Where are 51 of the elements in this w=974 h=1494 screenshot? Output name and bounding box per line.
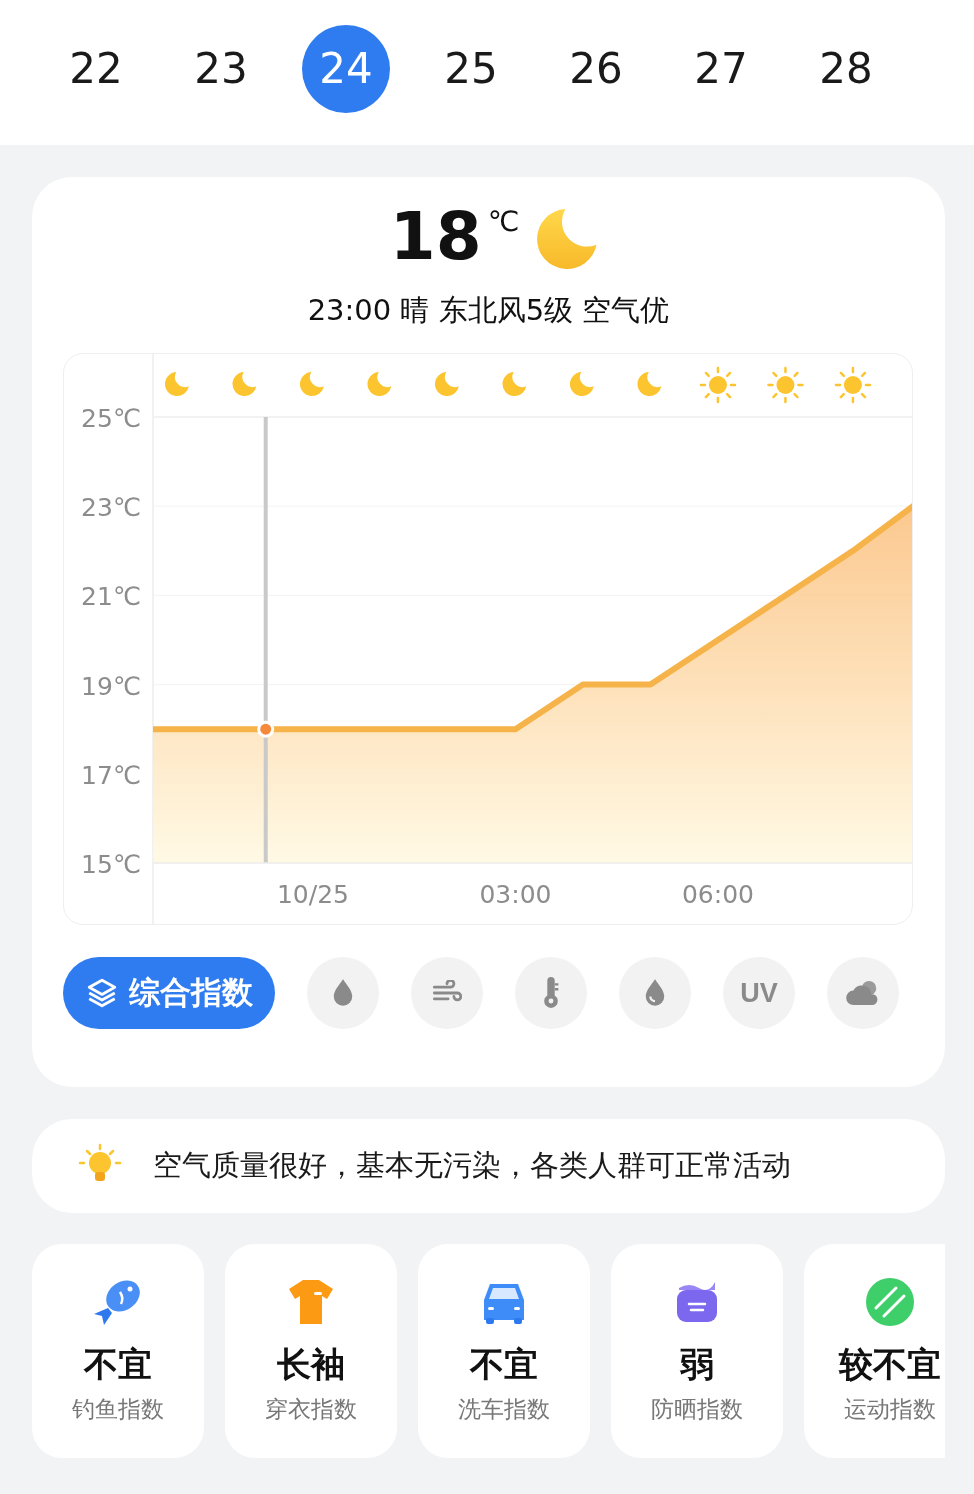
moon-icon xyxy=(299,371,324,396)
sun-icon xyxy=(766,366,804,403)
moon-icon xyxy=(537,209,598,269)
moon-icon xyxy=(164,371,189,396)
temperature-unit: ℃ xyxy=(487,205,520,238)
index-value: 长袖 xyxy=(277,1343,345,1386)
y-axis-label: 19℃ xyxy=(80,671,141,701)
date-tab[interactable]: 26 xyxy=(552,24,640,113)
date-tab[interactable]: 22 xyxy=(52,24,140,113)
y-axis-label: 15℃ xyxy=(80,849,141,879)
index-value: 不宜 xyxy=(470,1343,538,1386)
index-label: 穿衣指数 xyxy=(265,1395,357,1424)
x-axis-label: 06:00 xyxy=(681,879,754,909)
index-card[interactable]: 不宜 洗车指数 xyxy=(418,1244,590,1458)
sun-icon xyxy=(834,366,871,403)
index-tab[interactable]: 综合指数 xyxy=(63,957,275,1029)
index-card[interactable]: 较不宜 运动指数 xyxy=(804,1244,945,1458)
moon-icon xyxy=(501,371,526,396)
date-tab[interactable]: 28 xyxy=(802,24,890,113)
sun-icon xyxy=(699,366,736,403)
index-value: 弱 xyxy=(680,1343,714,1386)
index-label: 洗车指数 xyxy=(458,1395,550,1424)
index-value: 不宜 xyxy=(84,1343,152,1386)
x-axis-label: 03:00 xyxy=(478,879,551,909)
y-axis-label: 21℃ xyxy=(80,581,141,611)
index-card[interactable]: 弱 防晒指数 xyxy=(611,1244,783,1458)
index-card[interactable]: 不宜 钓鱼指数 xyxy=(32,1244,204,1458)
date-tab[interactable]: 27 xyxy=(677,24,765,113)
y-axis-label: 17℃ xyxy=(80,760,141,790)
moon-icon xyxy=(434,371,459,396)
layers-icon xyxy=(85,976,119,1010)
tip-text: 空气质量很好，基本无污染，各类人群可正常活动 xyxy=(153,1147,791,1184)
index-card[interactable]: 长袖 穿衣指数 xyxy=(225,1244,397,1458)
moon-icon xyxy=(232,371,256,396)
moon-icon xyxy=(367,371,391,396)
index-label: 防晒指数 xyxy=(651,1395,743,1424)
index-label: 钓鱼指数 xyxy=(72,1395,164,1424)
date-tab[interactable]: 24 xyxy=(302,24,390,113)
y-axis-label: 23℃ xyxy=(80,492,141,522)
index-label: 运动指数 xyxy=(844,1395,936,1424)
moon-icon xyxy=(636,371,661,396)
temperature: 18 xyxy=(389,197,482,277)
time-cursor[interactable] xyxy=(263,416,268,863)
y-axis-label: 25℃ xyxy=(80,403,141,433)
index-value: 较不宜 xyxy=(839,1343,941,1386)
date-tab[interactable]: 25 xyxy=(427,24,515,113)
cursor-dot xyxy=(256,720,274,738)
moon-icon xyxy=(569,371,594,396)
x-axis-label: 10/25 xyxy=(276,879,349,909)
date-tab[interactable]: 23 xyxy=(177,24,265,113)
weather-summary: 23:00 晴 东北风5级 空气优 xyxy=(306,292,671,329)
